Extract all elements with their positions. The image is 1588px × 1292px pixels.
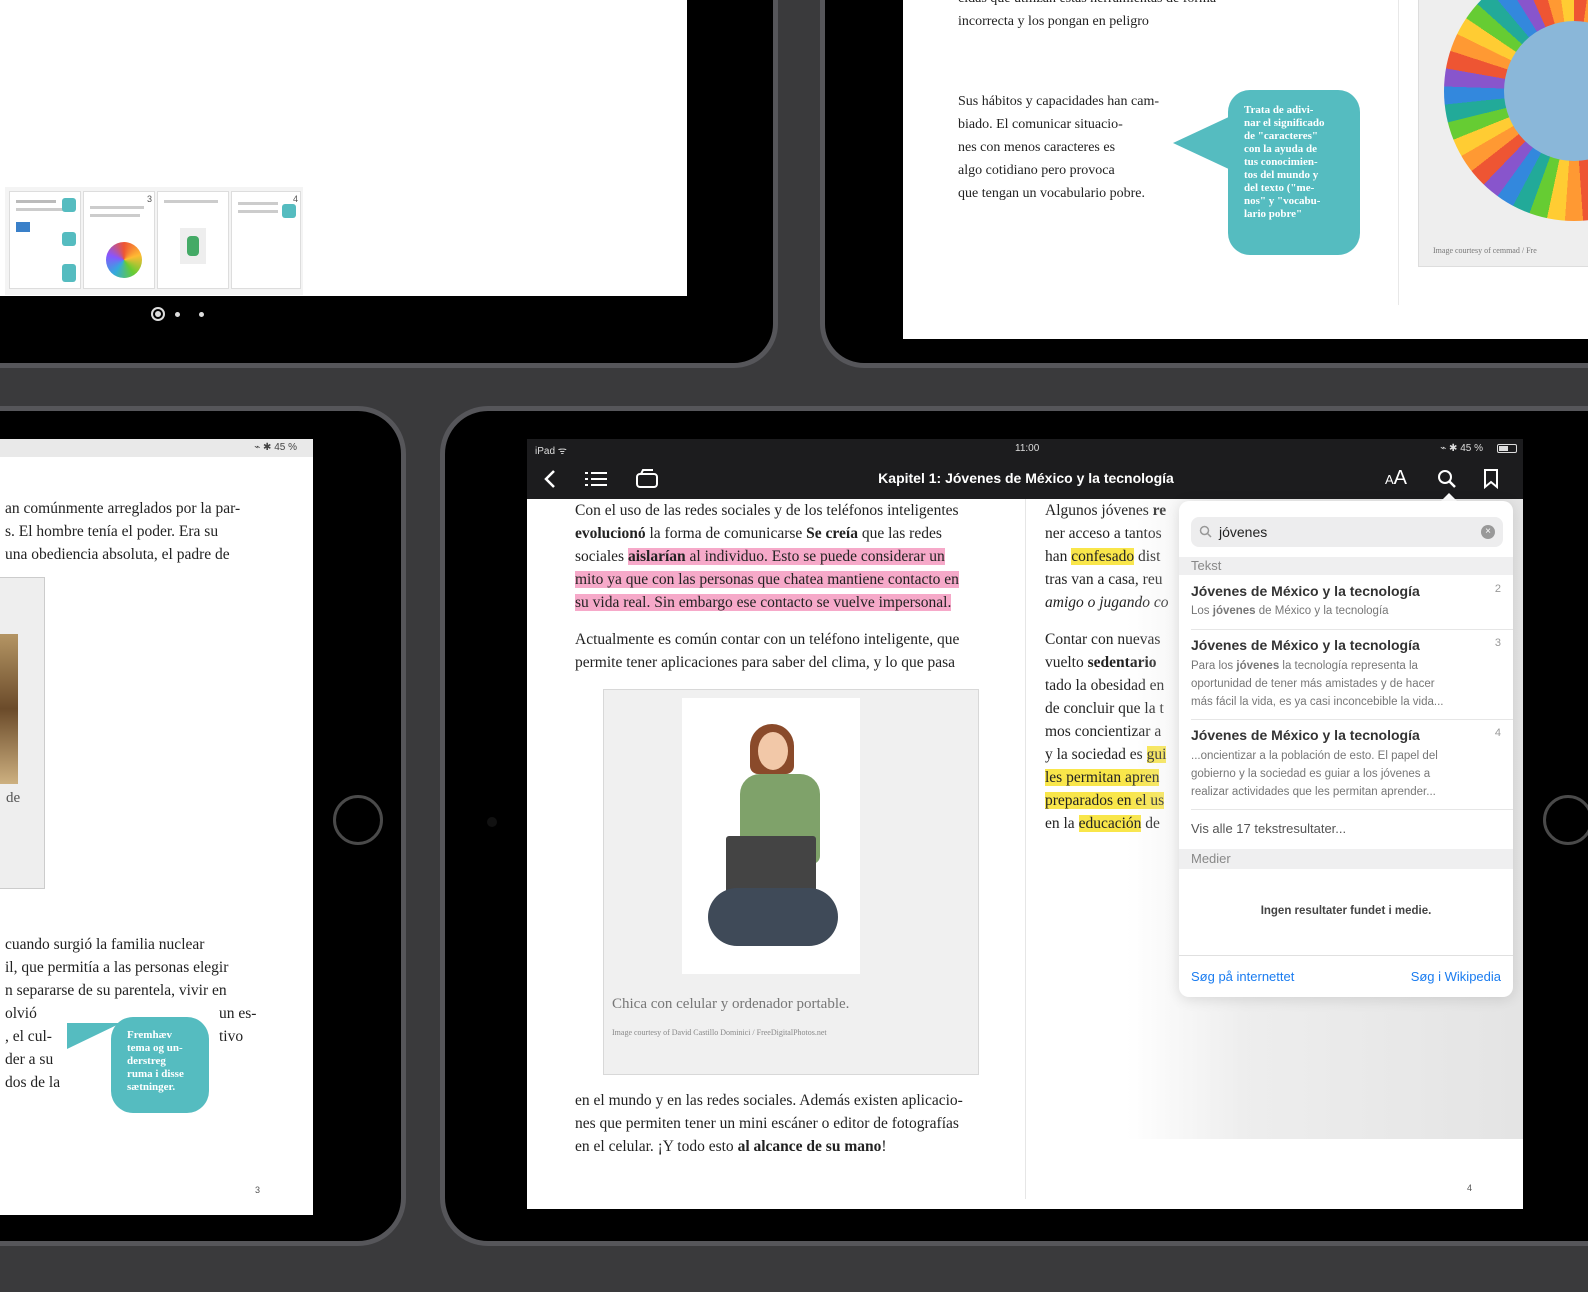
clear-icon[interactable]: × xyxy=(1481,525,1495,539)
status-carrier: iPad ᯤ xyxy=(535,446,567,457)
no-media-message: Ingen resultater fundet i medie. xyxy=(1260,905,1432,917)
front-camera xyxy=(487,817,497,827)
thumb-number: 3 xyxy=(146,194,152,204)
bubble-tail xyxy=(1173,115,1233,171)
status-bar: iPad ᯤ 11:00 ⌁ ✱ 45 % xyxy=(527,439,1523,459)
ipad-top-left: 3 4 xyxy=(0,0,778,368)
column-divider xyxy=(1398,0,1399,305)
back-icon[interactable] xyxy=(543,469,557,489)
screen-main: iPad ᯤ 11:00 ⌁ ✱ 45 % Kapitel 1: Jóvenes… xyxy=(527,439,1523,1209)
search-icon[interactable] xyxy=(1437,469,1457,489)
page-dot xyxy=(199,312,204,317)
page-dot xyxy=(175,312,180,317)
result-page: 2 xyxy=(1494,583,1501,595)
table-of-contents-icon[interactable] xyxy=(585,471,607,487)
font-size-button[interactable]: AA xyxy=(1385,467,1407,490)
status-right: ⌁ ✱ 45 % xyxy=(1440,443,1483,454)
library-icon[interactable] xyxy=(635,469,659,489)
show-all-results-link[interactable]: Vis alle 17 tekstresultater... xyxy=(1191,821,1346,836)
page-thumbnail[interactable]: 3 xyxy=(83,191,155,289)
thumbnail-strip: 3 4 xyxy=(5,187,303,295)
page-thumbnail[interactable] xyxy=(157,191,229,289)
highlight-pink[interactable]: su vida real. Sin embargo ese contacto s… xyxy=(575,594,952,611)
text-top: an comúnmente arreglados por la par- s. … xyxy=(5,500,241,563)
result-title: Jóvenes de México y la tecnología xyxy=(1191,583,1420,599)
search-result[interactable]: Jóvenes de México y la tecnología 2 Los … xyxy=(1191,579,1513,630)
popover-divider xyxy=(1179,955,1513,956)
result-snippet: ...oncientizar a la población de esto. E… xyxy=(1191,750,1438,798)
screen-top-right: cidas que utilizan estas herramientas de… xyxy=(903,0,1588,339)
search-result[interactable]: Jóvenes de México y la tecnología 4 ...o… xyxy=(1191,721,1513,810)
status-bar: ⌁ ✱ 45 % xyxy=(0,439,313,457)
font-size-icon: A xyxy=(1393,467,1408,489)
figure-frame: Chica con celular y ordenador portable. … xyxy=(603,689,979,1075)
home-button[interactable] xyxy=(1543,795,1588,845)
ipad-bottom-left: ⌁ ✱ 45 % an comúnmente arreglados por la… xyxy=(0,406,406,1246)
page-thumbnail[interactable]: 4 xyxy=(231,191,301,289)
screen-top-left: 3 4 xyxy=(0,0,687,296)
legs xyxy=(708,888,838,946)
result-title: Jóvenes de México y la tecnología xyxy=(1191,637,1420,653)
result-page: 3 xyxy=(1494,637,1501,649)
text-bottom: cuando surgió la familia nuclear il, que… xyxy=(5,936,229,999)
status-time: 11:00 xyxy=(1015,443,1040,454)
speech-bubble: Fremhæv tema og un- derstreg ruma i diss… xyxy=(111,1017,209,1113)
figure-credit: Image courtesy of cemmad / Fre xyxy=(1433,246,1537,255)
figure-credit: Image courtesy of David Castillo Dominic… xyxy=(612,1028,827,1037)
highlight-yellow[interactable]: confesado xyxy=(1071,548,1135,565)
highlight-pink[interactable]: mito ya que con las personas que chatea … xyxy=(575,571,959,588)
search-wikipedia-link[interactable]: Søg i Wikipedia xyxy=(1411,969,1501,984)
photo-woman-laptop[interactable] xyxy=(682,698,860,974)
result-page: 4 xyxy=(1494,727,1501,739)
bookmark-icon[interactable] xyxy=(1483,469,1499,489)
search-query: jóvenes xyxy=(1219,524,1268,540)
result-snippet: Los jóvenes de México y la tecnología xyxy=(1191,605,1389,617)
column-divider xyxy=(1025,499,1026,1199)
thumb-number: 4 xyxy=(292,194,298,204)
figure-caption: Chica con celular y ordenador portable. xyxy=(612,996,850,1012)
left-column-bottom: en el mundo y en las redes sociales. Ade… xyxy=(575,1092,963,1155)
section-header-media: Medier xyxy=(1179,849,1513,869)
text-top: cidas que utilizan estas herramientas de… xyxy=(958,0,1216,29)
magnifier-icon xyxy=(1199,525,1212,538)
caption-fragment: de xyxy=(6,790,21,806)
home-button[interactable] xyxy=(333,795,383,845)
text-right: un es- tivo xyxy=(219,1005,257,1045)
highlight-pink[interactable]: aislarían al individuo. Esto se puede co… xyxy=(627,548,945,565)
left-column: Con el uso de las redes sociales y de lo… xyxy=(575,502,960,671)
book-title: Kapitel 1: Jóvenes de México y la tecnol… xyxy=(878,470,1174,486)
search-popover: jóvenes × Tekst Jóvenes de México y la t… xyxy=(1179,501,1513,997)
page-number: 3 xyxy=(255,1185,261,1195)
result-title: Jóvenes de México y la tecnología xyxy=(1191,727,1420,743)
section-header-text: Tekst xyxy=(1179,557,1513,575)
photo xyxy=(0,634,18,784)
color-wheel-icon xyxy=(106,242,142,278)
figure-frame: Image courtesy of cemmad / Fre xyxy=(1418,0,1588,267)
face xyxy=(758,732,788,770)
ipad-main: iPad ᯤ 11:00 ⌁ ✱ 45 % Kapitel 1: Jóvenes… xyxy=(440,406,1588,1246)
result-snippet: Para los jóvenes la tecnología represent… xyxy=(1191,660,1444,708)
search-field[interactable]: jóvenes × xyxy=(1191,517,1503,547)
ipad-top-right: cidas que utilizan estas herramientas de… xyxy=(820,0,1588,368)
toolbar: Kapitel 1: Jóvenes de México y la tecnol… xyxy=(527,459,1523,499)
page-thumbnail[interactable] xyxy=(9,191,81,289)
status-right: ⌁ ✱ 45 % xyxy=(254,442,297,453)
search-web-link[interactable]: Søg på internettet xyxy=(1191,969,1294,984)
text-side: olvió , el cul- der a su dos de la xyxy=(5,1005,61,1091)
speech-bubble: Trata de adivi- nar el significado de "c… xyxy=(1228,90,1360,255)
page-number: 4 xyxy=(1467,1183,1473,1193)
screen-bottom-left: ⌁ ✱ 45 % an comúnmente arreglados por la… xyxy=(0,439,313,1215)
battery-icon xyxy=(1497,444,1517,453)
page-dot-current-inner xyxy=(155,311,161,317)
search-result[interactable]: Jóvenes de México y la tecnología 3 Para… xyxy=(1191,631,1513,720)
page-control[interactable] xyxy=(151,307,221,327)
figure-frame: de xyxy=(0,577,45,889)
paragraph: Sus hábitos y capacidades han cam- biado… xyxy=(958,94,1159,201)
